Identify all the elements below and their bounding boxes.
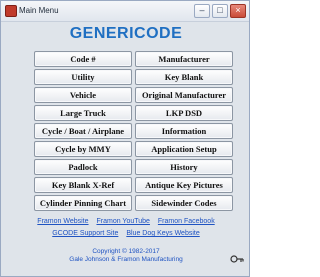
title-bar[interactable]: Main Menu – □ × — [1, 1, 249, 22]
large-truck-button[interactable]: Large Truck — [34, 105, 132, 121]
antique-key-pictures-button[interactable]: Antique Key Pictures — [135, 177, 233, 193]
original-manufacturer-button[interactable]: Original Manufacturer — [135, 87, 233, 103]
manufacturer-button[interactable]: Manufacturer — [135, 51, 233, 67]
close-icon[interactable]: × — [230, 4, 246, 18]
gcode-support-site-link[interactable]: GCODE Support Site — [52, 230, 118, 237]
copyright-line-1: Copyright © 1982-2017 — [92, 248, 160, 255]
links-row-2: GCODE Support Site Blue Dog Keys Website — [1, 230, 251, 237]
maximize-icon[interactable]: □ — [212, 4, 228, 18]
main-menu-window: Main Menu – □ × GENERICODE Code # Utilit… — [0, 0, 250, 277]
app-title: GENERICODE — [69, 25, 183, 42]
framon-website-link[interactable]: Framon Website — [37, 218, 88, 225]
cycle-by-mmy-button[interactable]: Cycle by MMY — [34, 141, 132, 157]
utility-button[interactable]: Utility — [34, 69, 132, 85]
framon-facebook-link[interactable]: Framon Facebook — [158, 218, 215, 225]
blue-dog-keys-website-link[interactable]: Blue Dog Keys Website — [126, 230, 199, 237]
information-button[interactable]: Information — [135, 123, 233, 139]
window-title: Main Menu — [19, 6, 59, 15]
key-blank-button[interactable]: Key Blank — [135, 69, 233, 85]
code-number-button[interactable]: Code # — [34, 51, 132, 67]
window-controls: – □ × — [194, 4, 246, 18]
vehicle-button[interactable]: Vehicle — [34, 87, 132, 103]
padlock-button[interactable]: Padlock — [34, 159, 132, 175]
key-icon[interactable] — [230, 253, 244, 265]
minimize-icon[interactable]: – — [194, 4, 210, 18]
links-row-1: Framon Website Framon YouTube Framon Fac… — [1, 218, 251, 225]
copyright-line-2: Gale Johnson & Framon Manufacturing — [69, 256, 183, 263]
key-blank-xref-button[interactable]: Key Blank X-Ref — [34, 177, 132, 193]
application-setup-button[interactable]: Application Setup — [135, 141, 233, 157]
cylinder-pinning-chart-button[interactable]: Cylinder Pinning Chart — [34, 195, 132, 211]
app-icon — [5, 5, 17, 17]
history-button[interactable]: History — [135, 159, 233, 175]
lkp-dsd-button[interactable]: LKP DSD — [135, 105, 233, 121]
sidewinder-codes-button[interactable]: Sidewinder Codes — [135, 195, 233, 211]
framon-youtube-link[interactable]: Framon YouTube — [96, 218, 149, 225]
cycle-boat-airplane-button[interactable]: Cycle / Boat / Airplane — [34, 123, 132, 139]
